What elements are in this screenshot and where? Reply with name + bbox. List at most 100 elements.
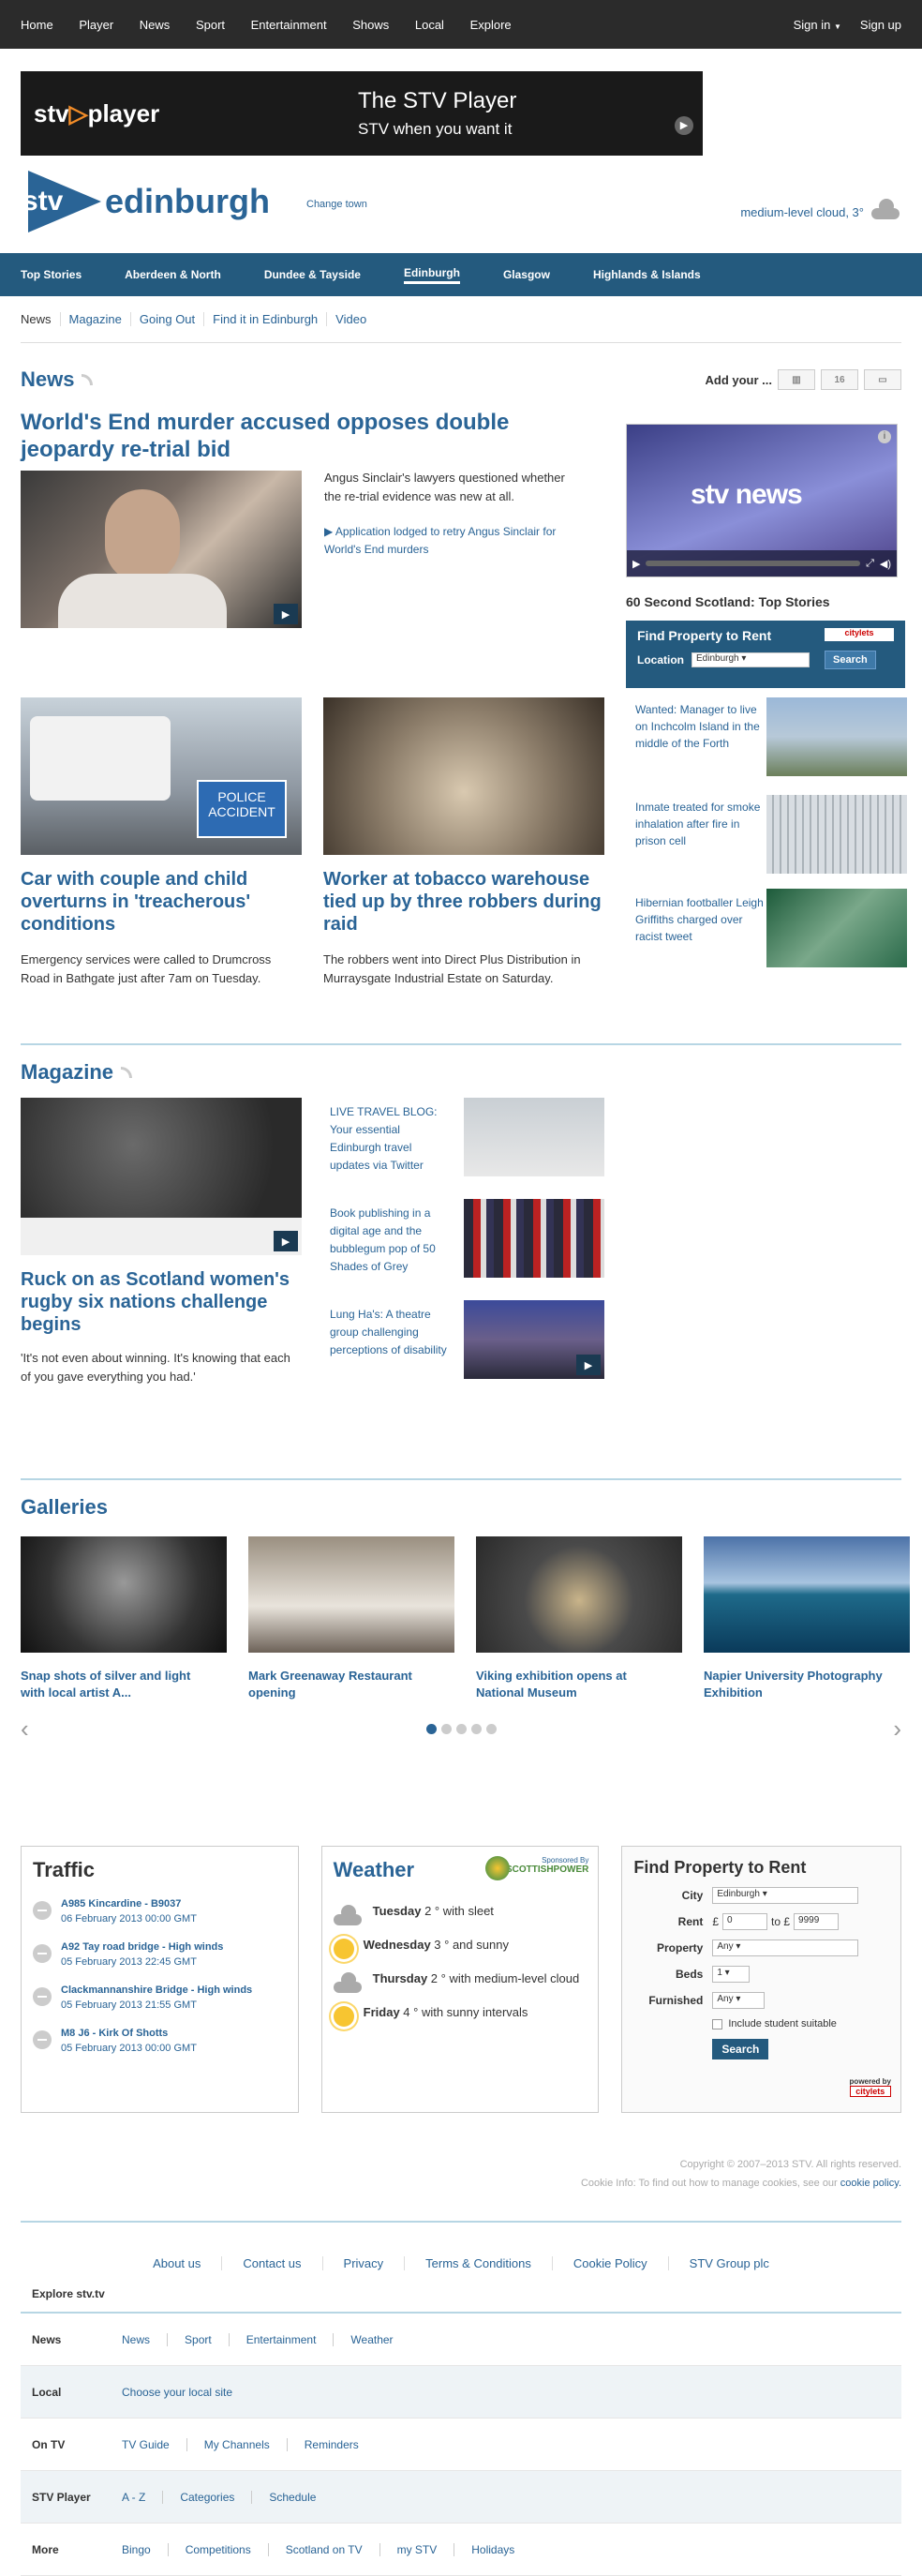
sitemap-link[interactable]: My Channels [186, 2437, 288, 2451]
magazine-lead-title[interactable]: Ruck on as Scotland women's rugby six na… [21, 1268, 302, 1336]
fullscreen-icon[interactable]: ⤢ [866, 558, 874, 570]
side-story-3-photo[interactable] [766, 889, 907, 967]
video-progress-bar[interactable] [646, 561, 861, 566]
side-story-2[interactable]: Inmate treated for smoke inhalation afte… [635, 799, 766, 849]
sitemap-link[interactable]: Categories [163, 2490, 253, 2504]
story2-title[interactable]: Worker at tobacco warehouse tied up by t… [323, 868, 604, 936]
comment-icon[interactable]: ▭ [864, 369, 901, 390]
play-icon[interactable]: ▶ [274, 604, 298, 624]
gallery-2-photo[interactable] [248, 1536, 454, 1653]
gallery-1-photo[interactable] [21, 1536, 227, 1653]
carousel-dot[interactable] [456, 1724, 467, 1734]
location-select[interactable]: Edinburgh ▾ [692, 652, 810, 667]
galleries-heading[interactable]: Galleries [21, 1495, 108, 1520]
carousel-dot[interactable] [486, 1724, 497, 1734]
nav-home[interactable]: Home [21, 18, 53, 32]
city-select[interactable]: Edinburgh ▾ [712, 1887, 859, 1904]
footer-contact-link[interactable]: Contact us [222, 2256, 323, 2270]
subnav-going-out[interactable]: Going Out [131, 312, 205, 326]
sitemap-link[interactable]: my STV [379, 2542, 455, 2556]
sitemap-link[interactable]: Entertainment [229, 2332, 335, 2346]
nav-local[interactable]: Local [415, 18, 444, 32]
weather-summary[interactable]: medium-level cloud, 3° [740, 199, 901, 219]
play-icon[interactable]: ▶ [576, 1355, 601, 1375]
gallery-4-photo[interactable] [704, 1536, 910, 1653]
carousel-dot[interactable] [426, 1724, 437, 1734]
region-aberdeen[interactable]: Aberdeen & North [125, 268, 221, 281]
sitemap-link[interactable]: Scotland on TV [268, 2542, 380, 2556]
nav-news[interactable]: News [140, 18, 171, 32]
footer-cookie-link[interactable]: Cookie Policy [553, 2256, 669, 2270]
property-select[interactable]: Any ▾ [712, 1939, 859, 1956]
play-icon[interactable]: ▶ [632, 558, 640, 570]
find-property-search-button[interactable]: Search [712, 2039, 769, 2059]
gallery-3-caption[interactable]: Viking exhibition opens at National Muse… [476, 1668, 673, 1701]
rent-max-input[interactable]: 9999 [794, 1913, 840, 1930]
sitemap-link[interactable]: TV Guide [122, 2437, 187, 2451]
magazine-lead-photo[interactable]: ▶ [21, 1098, 302, 1255]
building-icon[interactable]: ▥ [778, 369, 815, 390]
story1-title[interactable]: Car with couple and child overturns in '… [21, 868, 302, 936]
story1-photo[interactable]: POLICE ACCIDENT [21, 697, 302, 855]
traffic-item[interactable]: A92 Tay road bridge - High winds 05 Febru… [22, 1939, 298, 1969]
sitemap-link[interactable]: Holidays [454, 2543, 531, 2556]
sitemap-link[interactable]: A - Z [122, 2490, 164, 2504]
change-town-link[interactable]: Change town [306, 199, 367, 210]
region-dundee[interactable]: Dundee & Tayside [264, 268, 361, 281]
lead-story-title[interactable]: World's End murder accused opposes doubl… [21, 409, 545, 463]
subnav-find-it[interactable]: Find it in Edinburgh [204, 312, 328, 326]
nav-explore[interactable]: Explore [470, 18, 512, 32]
magazine-link-2[interactable]: Book publishing in a digital age and the… [330, 1205, 452, 1276]
footer-terms-link[interactable]: Terms & Conditions [405, 2256, 553, 2270]
cookie-policy-link[interactable]: cookie policy. [840, 2178, 901, 2189]
carousel-dot[interactable] [471, 1724, 482, 1734]
region-top-stories[interactable]: Top Stories [21, 268, 82, 281]
carousel-dot[interactable] [441, 1724, 452, 1734]
magazine-link-2-photo[interactable] [464, 1199, 604, 1278]
sitemap-link[interactable]: Weather [334, 2333, 409, 2346]
sign-in-link[interactable]: Sign in ▼ [794, 18, 841, 32]
subnav-video[interactable]: Video [327, 312, 375, 326]
sitemap-link[interactable]: News [122, 2332, 169, 2346]
side-story-3[interactable]: Hibernian footballer Leigh Griffiths cha… [635, 894, 766, 945]
footer-group-link[interactable]: STV Group plc [669, 2256, 790, 2270]
rent-min-input[interactable]: 0 [722, 1913, 768, 1930]
sitemap-link[interactable]: Sport [168, 2332, 230, 2346]
video-player[interactable]: stv news i ▶ ⤢ ◀) [626, 424, 898, 577]
gallery-4-caption[interactable]: Napier University Photography Exhibition [704, 1668, 900, 1701]
traffic-item[interactable]: A985 Kincardine - B9037 06 February 2013 … [22, 1895, 298, 1925]
gallery-3-photo[interactable] [476, 1536, 682, 1653]
magazine-link-3[interactable]: Lung Ha's: A theatre group challenging p… [330, 1306, 452, 1359]
rss-icon[interactable] [82, 374, 94, 385]
sitemap-link[interactable]: Reminders [288, 2438, 376, 2451]
news-heading[interactable]: News [21, 367, 74, 392]
sitemap-link[interactable]: Bingo [122, 2542, 169, 2556]
stv-logo[interactable]: stv [21, 171, 101, 232]
volume-icon[interactable]: ◀) [880, 558, 891, 570]
magazine-link-1[interactable]: LIVE TRAVEL BLOG: Your essential Edinbur… [330, 1103, 452, 1175]
property-search-button[interactable]: Search [825, 651, 876, 669]
calendar-icon[interactable]: 16 [821, 369, 858, 390]
footer-privacy-link[interactable]: Privacy [323, 2256, 406, 2270]
side-story-2-photo[interactable] [766, 795, 907, 874]
region-glasgow[interactable]: Glasgow [503, 268, 550, 281]
magazine-link-3-photo[interactable]: ▶ [464, 1300, 604, 1379]
nav-entertainment[interactable]: Entertainment [251, 18, 327, 32]
chevron-right-icon[interactable]: › [893, 1715, 901, 1744]
stv-player-banner[interactable]: stv▷player The STV Player STV when you w… [21, 71, 703, 156]
sitemap-link[interactable]: Schedule [252, 2491, 333, 2504]
sign-up-link[interactable]: Sign up [860, 18, 901, 32]
sitemap-link[interactable]: Choose your local site [122, 2386, 249, 2399]
region-edinburgh[interactable]: Edinburgh [403, 266, 460, 284]
footer-about-link[interactable]: About us [132, 2256, 223, 2270]
side-story-1-photo[interactable] [766, 697, 907, 776]
magazine-heading[interactable]: Magazine [21, 1060, 113, 1085]
nav-shows[interactable]: Shows [352, 18, 389, 32]
video-title[interactable]: 60 Second Scotland: Top Stories [626, 594, 830, 609]
gallery-1-caption[interactable]: Snap shots of silver and light with loca… [21, 1668, 217, 1701]
region-highlands[interactable]: Highlands & Islands [593, 268, 701, 281]
subnav-news[interactable]: News [21, 312, 61, 326]
furnished-select[interactable]: Any ▾ [712, 1992, 766, 2009]
subnav-magazine[interactable]: Magazine [61, 312, 131, 326]
magazine-link-1-photo[interactable] [464, 1098, 604, 1176]
